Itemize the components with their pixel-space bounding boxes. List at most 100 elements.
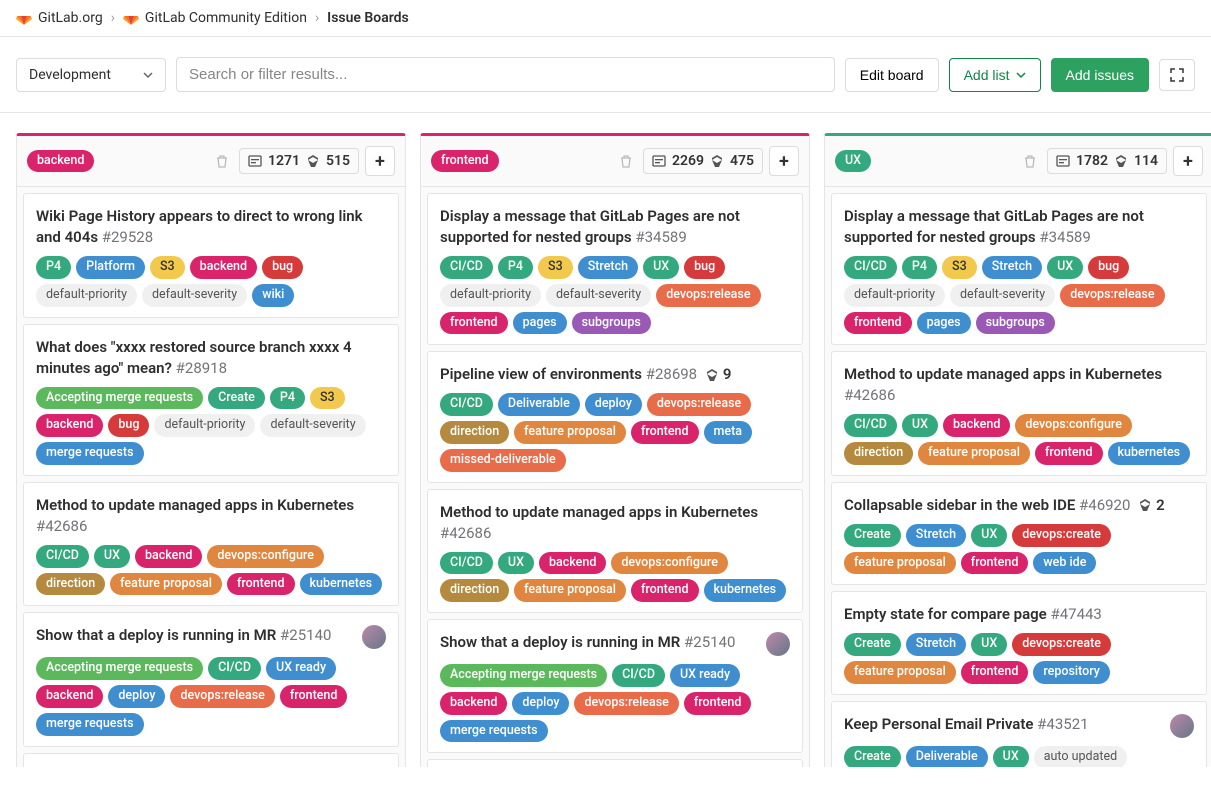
label[interactable]: bug <box>262 256 303 279</box>
label[interactable]: direction <box>440 579 509 602</box>
label[interactable]: frontend <box>961 661 1029 684</box>
label[interactable]: backend <box>36 414 103 437</box>
label[interactable]: P4 <box>498 256 533 279</box>
label[interactable]: frontend <box>227 573 295 596</box>
label[interactable]: Create <box>844 746 901 767</box>
label[interactable]: CI/CD <box>844 414 897 437</box>
label[interactable]: devops:configure <box>1015 414 1132 437</box>
label[interactable]: Accepting merge requests <box>440 664 607 687</box>
label[interactable]: bug <box>108 414 149 437</box>
trash-icon[interactable] <box>615 150 637 172</box>
issue-card[interactable]: Order issues / merge requests lists in b… <box>427 759 803 767</box>
issue-card[interactable]: Wiki Page History appears to direct to w… <box>23 193 399 318</box>
label[interactable]: backend <box>539 552 606 575</box>
label[interactable]: web ide <box>1033 552 1096 575</box>
label[interactable]: backend <box>943 414 1010 437</box>
label[interactable]: devops:create <box>1012 524 1111 547</box>
label[interactable]: Stretch <box>982 256 1042 279</box>
label[interactable]: frontend <box>844 312 912 335</box>
label[interactable]: default-severity <box>950 284 1055 307</box>
label[interactable]: devops:release <box>1060 284 1164 307</box>
label[interactable]: merge requests <box>36 442 144 465</box>
add-issues-button[interactable]: Add issues <box>1051 58 1149 92</box>
issue-card[interactable]: Display a message that GitLab Pages are … <box>831 193 1207 345</box>
breadcrumb-org[interactable]: GitLab.org <box>16 10 103 26</box>
label[interactable]: direction <box>440 421 509 444</box>
breadcrumb-page[interactable]: Issue Boards <box>327 10 409 26</box>
label[interactable]: backend <box>440 692 507 715</box>
add-card-button[interactable]: + <box>365 146 395 176</box>
label[interactable]: merge requests <box>36 713 144 736</box>
label[interactable]: devops:release <box>656 284 760 307</box>
label[interactable]: Stretch <box>906 524 966 547</box>
label[interactable]: backend <box>190 256 257 279</box>
label[interactable]: frontend <box>631 421 699 444</box>
label[interactable]: devops:create <box>1012 633 1111 656</box>
label[interactable]: default-severity <box>142 284 247 307</box>
trash-icon[interactable] <box>211 150 233 172</box>
label[interactable]: direction <box>844 442 913 465</box>
label[interactable]: kubernetes <box>300 573 383 596</box>
label[interactable]: UX <box>971 524 1007 547</box>
issue-card[interactable]: Keep Personal Email Private #43521Create… <box>831 701 1207 767</box>
label[interactable]: repository <box>1033 661 1110 684</box>
assignee-avatar[interactable] <box>362 625 386 649</box>
issue-card[interactable]: Method to update managed apps in Kuberne… <box>831 351 1207 476</box>
board-selector[interactable]: Development <box>16 58 166 92</box>
label[interactable]: Accepting merge requests <box>36 387 203 410</box>
label[interactable]: bug <box>684 256 725 279</box>
label[interactable]: S3 <box>538 256 573 279</box>
label[interactable]: CI/CD <box>440 552 493 575</box>
label[interactable]: devops:release <box>574 692 678 715</box>
label[interactable]: Create <box>844 633 901 656</box>
label[interactable]: default-priority <box>36 284 137 307</box>
label[interactable]: backend <box>36 685 103 708</box>
label[interactable]: CI/CD <box>844 256 897 279</box>
issue-card[interactable]: Pipeline view of environments #28698 9CI… <box>427 351 803 482</box>
list-body[interactable]: Display a message that GitLab Pages are … <box>420 187 810 767</box>
fullscreen-button[interactable] <box>1159 59 1195 91</box>
label[interactable]: Create <box>844 524 901 547</box>
issue-card[interactable]: Display a message that GitLab Pages are … <box>427 193 803 345</box>
label[interactable]: CI/CD <box>208 657 261 680</box>
label[interactable]: default-severity <box>546 284 651 307</box>
label[interactable]: Deliverable <box>498 393 580 416</box>
label[interactable]: frontend <box>440 312 508 335</box>
label[interactable]: Create <box>208 387 265 410</box>
issue-card[interactable]: Method to update managed apps in Kuberne… <box>427 489 803 614</box>
list-body[interactable]: Wiki Page History appears to direct to w… <box>16 187 406 767</box>
label[interactable]: UX <box>643 256 679 279</box>
label[interactable]: UX ready <box>670 664 740 687</box>
label[interactable]: UX <box>1047 256 1083 279</box>
label[interactable]: Deliverable <box>906 746 988 767</box>
list-title-label[interactable]: UX <box>835 150 871 173</box>
label[interactable]: pages <box>513 312 567 335</box>
label[interactable]: P4 <box>36 256 71 279</box>
breadcrumb-project[interactable]: GitLab Community Edition <box>123 10 307 26</box>
label[interactable]: Accepting merge requests <box>36 657 203 680</box>
label[interactable]: frontend <box>280 685 348 708</box>
label[interactable]: missed-deliverable <box>440 449 566 472</box>
issue-card[interactable]: Show that a deploy is running in MR #251… <box>23 612 399 746</box>
label[interactable]: deploy <box>585 393 642 416</box>
assignee-avatar[interactable] <box>1170 714 1194 738</box>
label[interactable]: pages <box>917 312 971 335</box>
label[interactable]: wiki <box>252 284 294 307</box>
label[interactable]: bug <box>1088 256 1129 279</box>
edit-board-button[interactable]: Edit board <box>845 58 939 92</box>
add-card-button[interactable]: + <box>769 146 799 176</box>
label[interactable]: feature proposal <box>844 661 956 684</box>
label[interactable]: feature proposal <box>514 579 626 602</box>
issue-card[interactable]: Empty state for compare page #47443Creat… <box>831 591 1207 695</box>
label[interactable]: auto updated <box>1034 746 1127 767</box>
label[interactable]: kubernetes <box>704 579 787 602</box>
issue-card[interactable]: Show that a deploy is running in MR #251… <box>427 619 803 753</box>
label[interactable]: frontend <box>961 552 1029 575</box>
label[interactable]: S3 <box>942 256 977 279</box>
label[interactable]: CI/CD <box>440 393 493 416</box>
label[interactable]: feature proposal <box>514 421 626 444</box>
label[interactable]: default-severity <box>260 414 365 437</box>
label[interactable]: S3 <box>310 387 345 410</box>
label[interactable]: UX ready <box>266 657 336 680</box>
label[interactable]: backend <box>135 545 202 568</box>
